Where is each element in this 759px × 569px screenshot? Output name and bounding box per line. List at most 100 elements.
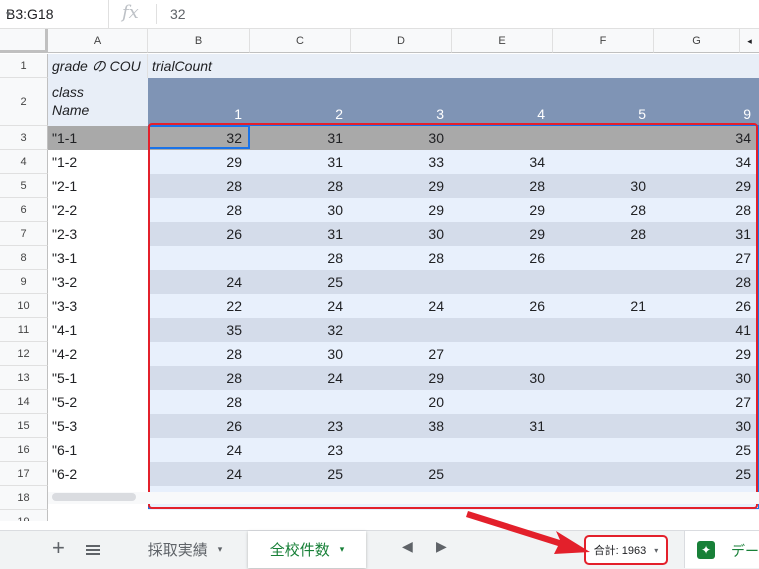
column-scroll-left-icon[interactable]: ◂ (740, 29, 759, 53)
row-header-label-cell[interactable]: class Name (48, 78, 148, 126)
table-cell[interactable] (351, 318, 452, 342)
table-row-label[interactable]: "4-1 (48, 318, 148, 342)
row-header-4[interactable]: 4 (0, 150, 48, 174)
formula-input[interactable]: 32 (170, 6, 186, 22)
column-header-b[interactable]: B (148, 29, 250, 53)
row-header-17[interactable]: 17 (0, 462, 48, 486)
table-cell[interactable] (452, 438, 553, 462)
table-cell[interactable]: 28 (148, 366, 250, 390)
table-row-label[interactable]: "2-1 (48, 174, 148, 198)
column-header-f[interactable]: F (553, 29, 654, 53)
table-row-label[interactable]: "5-3 (48, 414, 148, 438)
table-cell[interactable]: 27 (654, 246, 759, 270)
column-header-e[interactable]: E (452, 29, 553, 53)
table-row-label[interactable]: "4-2 (48, 342, 148, 366)
chevron-down-icon[interactable]: ▾ (218, 544, 223, 555)
table-cell[interactable]: 31 (250, 126, 351, 150)
column-header-g[interactable]: G (654, 29, 740, 53)
row-header-3[interactable]: 3 (0, 126, 48, 150)
column-value-header[interactable]: 1 (148, 78, 250, 126)
table-cell[interactable]: 35 (148, 318, 250, 342)
table-cell[interactable]: 28 (654, 270, 759, 294)
table-cell[interactable]: 34 (452, 150, 553, 174)
row-header-18[interactable]: 18 (0, 486, 48, 510)
table-cell[interactable]: 30 (654, 414, 759, 438)
all-sheets-menu-icon[interactable] (86, 545, 100, 555)
table-row-label[interactable]: "6-1 (48, 438, 148, 462)
row-header-16[interactable]: 16 (0, 438, 48, 462)
table-cell[interactable]: 30 (250, 342, 351, 366)
table-cell[interactable] (452, 126, 553, 150)
table-cell[interactable]: 28 (553, 198, 654, 222)
column-value-header[interactable]: 3 (351, 78, 452, 126)
table-cell[interactable]: 30 (250, 198, 351, 222)
table-cell[interactable]: 24 (148, 438, 250, 462)
table-cell[interactable]: 31 (654, 222, 759, 246)
table-cell[interactable] (553, 126, 654, 150)
table-cell[interactable]: 24 (250, 366, 351, 390)
table-cell[interactable] (553, 270, 654, 294)
table-cell[interactable]: 26 (148, 414, 250, 438)
table-cell[interactable]: 32 (148, 126, 250, 150)
table-row-label[interactable]: "6-2 (48, 462, 148, 486)
table-cell[interactable]: 28 (148, 342, 250, 366)
table-cell[interactable] (553, 462, 654, 486)
table-cell[interactable]: 30 (351, 222, 452, 246)
table-cell[interactable]: 25 (351, 462, 452, 486)
row-header-1[interactable]: 1 (0, 54, 48, 78)
table-cell[interactable] (553, 366, 654, 390)
table-row-label[interactable]: "3-3 (48, 294, 148, 318)
name-box[interactable]: B3:G18 ▾ (0, 0, 109, 28)
table-row-label[interactable]: "5-1 (48, 366, 148, 390)
pivot-title-cell[interactable]: grade の COU (48, 54, 148, 78)
table-cell[interactable]: 31 (452, 414, 553, 438)
column-header-d[interactable]: D (351, 29, 452, 53)
column-value-header[interactable]: 2 (250, 78, 351, 126)
table-cell[interactable]: 21 (553, 294, 654, 318)
table-cell[interactable]: 31 (250, 150, 351, 174)
table-cell[interactable]: 30 (351, 126, 452, 150)
table-cell[interactable]: 24 (148, 462, 250, 486)
horizontal-scroll-thumb[interactable] (52, 493, 136, 501)
scroll-tabs-right-icon[interactable]: ▶ (436, 538, 447, 555)
table-cell[interactable]: 28 (553, 222, 654, 246)
column-value-header[interactable]: 4 (452, 78, 553, 126)
table-cell[interactable]: 29 (148, 150, 250, 174)
table-cell[interactable]: 25 (654, 462, 759, 486)
table-cell[interactable]: 26 (148, 222, 250, 246)
select-all-corner[interactable] (0, 29, 48, 53)
table-cell[interactable]: 29 (351, 174, 452, 198)
table-cell[interactable] (452, 462, 553, 486)
explore-button[interactable]: ✦ デー (684, 531, 759, 568)
table-cell[interactable]: 41 (654, 318, 759, 342)
table-cell[interactable] (452, 390, 553, 414)
table-cell[interactable]: 32 (250, 318, 351, 342)
sum-summary-button[interactable]: 合計: 1963 ▾ (584, 535, 668, 565)
row-header-8[interactable]: 8 (0, 246, 48, 270)
table-cell[interactable]: 25 (250, 270, 351, 294)
add-sheet-icon[interactable]: + (52, 534, 65, 562)
row-header-9[interactable]: 9 (0, 270, 48, 294)
table-cell[interactable]: 30 (553, 174, 654, 198)
table-cell[interactable]: 29 (654, 174, 759, 198)
table-cell[interactable]: 33 (351, 150, 452, 174)
column-value-header[interactable]: 9 (654, 78, 759, 126)
row-header-10[interactable]: 10 (0, 294, 48, 318)
row-header-13[interactable]: 13 (0, 366, 48, 390)
row-header-5[interactable]: 5 (0, 174, 48, 198)
scroll-tabs-left-icon[interactable]: ◀ (402, 538, 413, 555)
table-cell[interactable]: 27 (654, 390, 759, 414)
table-row-label[interactable]: "1-2 (48, 150, 148, 174)
row-header-14[interactable]: 14 (0, 390, 48, 414)
table-cell[interactable]: 29 (654, 342, 759, 366)
row-header-11[interactable]: 11 (0, 318, 48, 342)
tab-school-count[interactable]: 全校件数 ▾ (248, 531, 366, 568)
table-row-label[interactable]: "3-2 (48, 270, 148, 294)
table-cell[interactable]: 29 (452, 198, 553, 222)
table-cell[interactable]: 25 (654, 438, 759, 462)
table-cell[interactable]: 28 (148, 390, 250, 414)
table-row-label[interactable]: "5-2 (48, 390, 148, 414)
table-cell[interactable]: 28 (250, 246, 351, 270)
table-cell[interactable]: 28 (452, 174, 553, 198)
table-cell[interactable]: 22 (148, 294, 250, 318)
